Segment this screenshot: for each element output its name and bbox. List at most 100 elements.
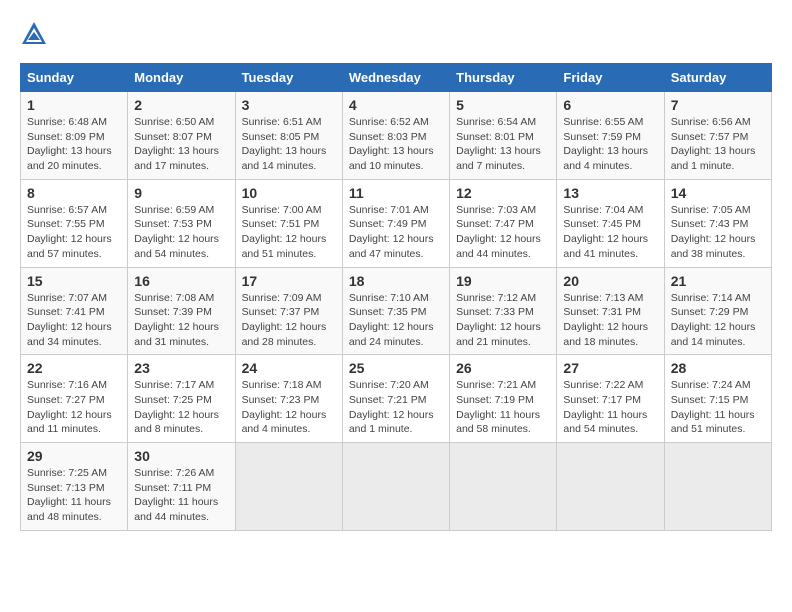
day-number: 13	[563, 185, 657, 201]
calendar-cell: 14 Sunrise: 7:05 AM Sunset: 7:43 PM Dayl…	[664, 179, 771, 267]
calendar-cell: 20 Sunrise: 7:13 AM Sunset: 7:31 PM Dayl…	[557, 267, 664, 355]
day-info: Sunrise: 7:10 AM Sunset: 7:35 PM Dayligh…	[349, 291, 443, 350]
day-info: Sunrise: 7:09 AM Sunset: 7:37 PM Dayligh…	[242, 291, 336, 350]
day-number: 2	[134, 97, 228, 113]
day-info: Sunrise: 7:13 AM Sunset: 7:31 PM Dayligh…	[563, 291, 657, 350]
day-number: 25	[349, 360, 443, 376]
day-number: 3	[242, 97, 336, 113]
calendar-cell: 13 Sunrise: 7:04 AM Sunset: 7:45 PM Dayl…	[557, 179, 664, 267]
day-info: Sunrise: 7:16 AM Sunset: 7:27 PM Dayligh…	[27, 378, 121, 437]
day-info: Sunrise: 7:05 AM Sunset: 7:43 PM Dayligh…	[671, 203, 765, 262]
day-info: Sunrise: 7:26 AM Sunset: 7:11 PM Dayligh…	[134, 466, 228, 525]
col-header-tuesday: Tuesday	[235, 64, 342, 92]
day-info: Sunrise: 7:21 AM Sunset: 7:19 PM Dayligh…	[456, 378, 550, 437]
calendar-cell: 23 Sunrise: 7:17 AM Sunset: 7:25 PM Dayl…	[128, 355, 235, 443]
calendar-cell: 19 Sunrise: 7:12 AM Sunset: 7:33 PM Dayl…	[450, 267, 557, 355]
day-number: 28	[671, 360, 765, 376]
calendar-cell	[557, 443, 664, 531]
day-info: Sunrise: 7:17 AM Sunset: 7:25 PM Dayligh…	[134, 378, 228, 437]
page-header	[20, 20, 772, 48]
day-number: 1	[27, 97, 121, 113]
calendar-cell: 8 Sunrise: 6:57 AM Sunset: 7:55 PM Dayli…	[21, 179, 128, 267]
day-number: 6	[563, 97, 657, 113]
day-number: 4	[349, 97, 443, 113]
day-number: 10	[242, 185, 336, 201]
calendar-cell: 5 Sunrise: 6:54 AM Sunset: 8:01 PM Dayli…	[450, 92, 557, 180]
day-number: 22	[27, 360, 121, 376]
calendar-cell: 3 Sunrise: 6:51 AM Sunset: 8:05 PM Dayli…	[235, 92, 342, 180]
day-info: Sunrise: 7:00 AM Sunset: 7:51 PM Dayligh…	[242, 203, 336, 262]
day-number: 29	[27, 448, 121, 464]
calendar-cell: 11 Sunrise: 7:01 AM Sunset: 7:49 PM Dayl…	[342, 179, 449, 267]
logo-icon	[20, 20, 48, 48]
calendar-cell	[450, 443, 557, 531]
day-info: Sunrise: 7:14 AM Sunset: 7:29 PM Dayligh…	[671, 291, 765, 350]
day-info: Sunrise: 6:52 AM Sunset: 8:03 PM Dayligh…	[349, 115, 443, 174]
calendar-cell: 16 Sunrise: 7:08 AM Sunset: 7:39 PM Dayl…	[128, 267, 235, 355]
day-number: 16	[134, 273, 228, 289]
day-info: Sunrise: 7:04 AM Sunset: 7:45 PM Dayligh…	[563, 203, 657, 262]
day-number: 27	[563, 360, 657, 376]
day-info: Sunrise: 6:54 AM Sunset: 8:01 PM Dayligh…	[456, 115, 550, 174]
calendar-cell	[342, 443, 449, 531]
col-header-wednesday: Wednesday	[342, 64, 449, 92]
calendar-cell: 15 Sunrise: 7:07 AM Sunset: 7:41 PM Dayl…	[21, 267, 128, 355]
calendar-cell: 25 Sunrise: 7:20 AM Sunset: 7:21 PM Dayl…	[342, 355, 449, 443]
day-info: Sunrise: 6:55 AM Sunset: 7:59 PM Dayligh…	[563, 115, 657, 174]
calendar-cell: 1 Sunrise: 6:48 AM Sunset: 8:09 PM Dayli…	[21, 92, 128, 180]
logo	[20, 20, 52, 48]
calendar-cell: 26 Sunrise: 7:21 AM Sunset: 7:19 PM Dayl…	[450, 355, 557, 443]
col-header-saturday: Saturday	[664, 64, 771, 92]
day-number: 24	[242, 360, 336, 376]
day-number: 9	[134, 185, 228, 201]
calendar-cell: 27 Sunrise: 7:22 AM Sunset: 7:17 PM Dayl…	[557, 355, 664, 443]
calendar-cell: 4 Sunrise: 6:52 AM Sunset: 8:03 PM Dayli…	[342, 92, 449, 180]
day-info: Sunrise: 6:51 AM Sunset: 8:05 PM Dayligh…	[242, 115, 336, 174]
day-info: Sunrise: 7:12 AM Sunset: 7:33 PM Dayligh…	[456, 291, 550, 350]
calendar-cell: 9 Sunrise: 6:59 AM Sunset: 7:53 PM Dayli…	[128, 179, 235, 267]
day-number: 12	[456, 185, 550, 201]
calendar-cell: 22 Sunrise: 7:16 AM Sunset: 7:27 PM Dayl…	[21, 355, 128, 443]
day-info: Sunrise: 6:48 AM Sunset: 8:09 PM Dayligh…	[27, 115, 121, 174]
day-info: Sunrise: 7:01 AM Sunset: 7:49 PM Dayligh…	[349, 203, 443, 262]
day-number: 8	[27, 185, 121, 201]
calendar-cell: 21 Sunrise: 7:14 AM Sunset: 7:29 PM Dayl…	[664, 267, 771, 355]
day-number: 20	[563, 273, 657, 289]
col-header-thursday: Thursday	[450, 64, 557, 92]
day-number: 21	[671, 273, 765, 289]
day-number: 15	[27, 273, 121, 289]
calendar-cell: 12 Sunrise: 7:03 AM Sunset: 7:47 PM Dayl…	[450, 179, 557, 267]
day-info: Sunrise: 7:08 AM Sunset: 7:39 PM Dayligh…	[134, 291, 228, 350]
day-info: Sunrise: 7:18 AM Sunset: 7:23 PM Dayligh…	[242, 378, 336, 437]
day-info: Sunrise: 6:59 AM Sunset: 7:53 PM Dayligh…	[134, 203, 228, 262]
day-number: 14	[671, 185, 765, 201]
col-header-sunday: Sunday	[21, 64, 128, 92]
day-info: Sunrise: 7:07 AM Sunset: 7:41 PM Dayligh…	[27, 291, 121, 350]
day-info: Sunrise: 7:03 AM Sunset: 7:47 PM Dayligh…	[456, 203, 550, 262]
calendar-cell: 28 Sunrise: 7:24 AM Sunset: 7:15 PM Dayl…	[664, 355, 771, 443]
calendar-cell: 24 Sunrise: 7:18 AM Sunset: 7:23 PM Dayl…	[235, 355, 342, 443]
day-number: 30	[134, 448, 228, 464]
day-number: 5	[456, 97, 550, 113]
calendar-cell: 6 Sunrise: 6:55 AM Sunset: 7:59 PM Dayli…	[557, 92, 664, 180]
calendar-cell: 17 Sunrise: 7:09 AM Sunset: 7:37 PM Dayl…	[235, 267, 342, 355]
day-info: Sunrise: 6:57 AM Sunset: 7:55 PM Dayligh…	[27, 203, 121, 262]
day-number: 7	[671, 97, 765, 113]
calendar-cell: 2 Sunrise: 6:50 AM Sunset: 8:07 PM Dayli…	[128, 92, 235, 180]
day-info: Sunrise: 7:24 AM Sunset: 7:15 PM Dayligh…	[671, 378, 765, 437]
day-number: 26	[456, 360, 550, 376]
day-info: Sunrise: 6:56 AM Sunset: 7:57 PM Dayligh…	[671, 115, 765, 174]
day-info: Sunrise: 6:50 AM Sunset: 8:07 PM Dayligh…	[134, 115, 228, 174]
day-info: Sunrise: 7:20 AM Sunset: 7:21 PM Dayligh…	[349, 378, 443, 437]
day-number: 17	[242, 273, 336, 289]
col-header-monday: Monday	[128, 64, 235, 92]
calendar-cell	[235, 443, 342, 531]
calendar-cell: 7 Sunrise: 6:56 AM Sunset: 7:57 PM Dayli…	[664, 92, 771, 180]
calendar-table: SundayMondayTuesdayWednesdayThursdayFrid…	[20, 63, 772, 531]
calendar-cell: 30 Sunrise: 7:26 AM Sunset: 7:11 PM Dayl…	[128, 443, 235, 531]
col-header-friday: Friday	[557, 64, 664, 92]
day-number: 18	[349, 273, 443, 289]
calendar-cell: 18 Sunrise: 7:10 AM Sunset: 7:35 PM Dayl…	[342, 267, 449, 355]
calendar-cell: 29 Sunrise: 7:25 AM Sunset: 7:13 PM Dayl…	[21, 443, 128, 531]
day-number: 23	[134, 360, 228, 376]
